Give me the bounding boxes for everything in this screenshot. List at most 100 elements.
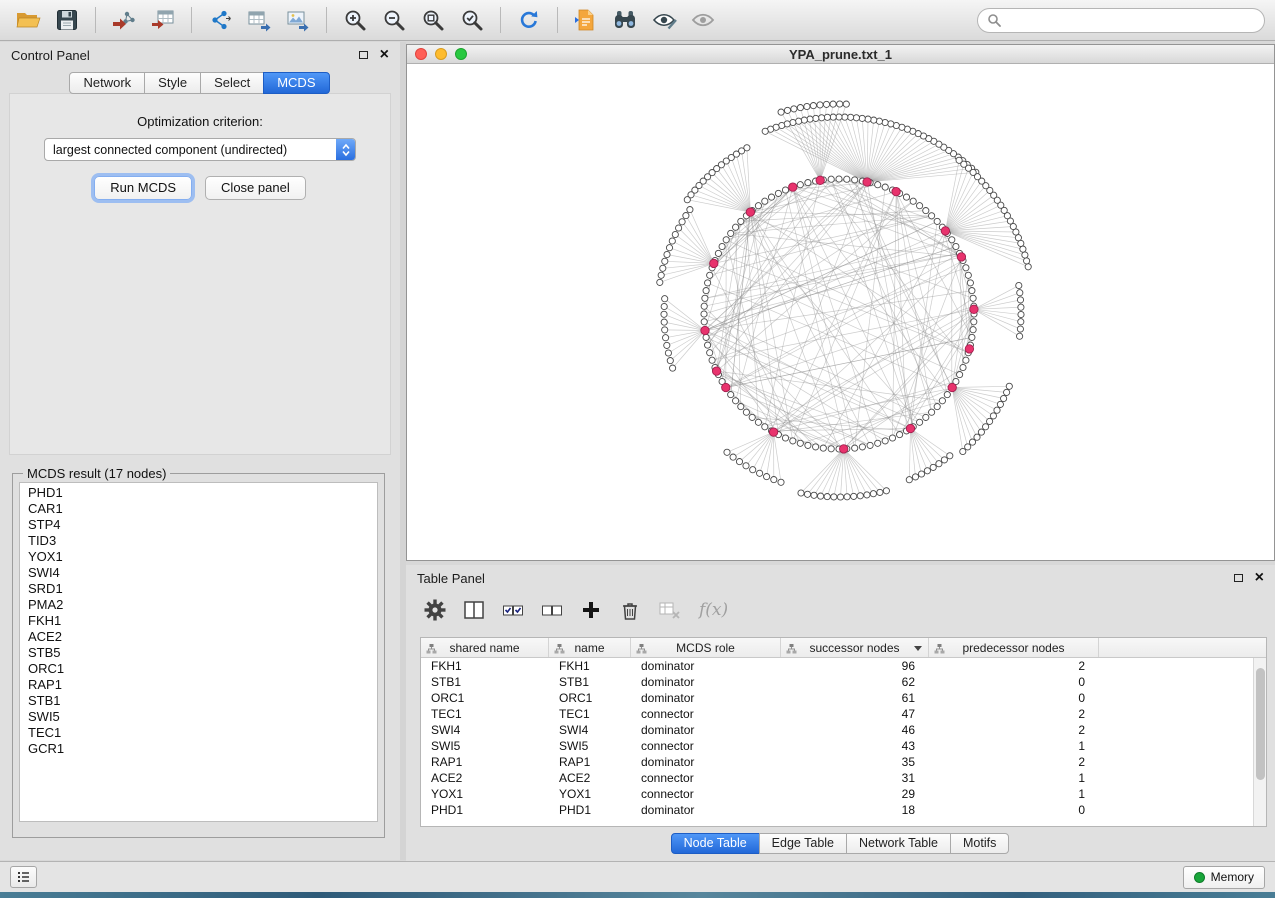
chevron-down-icon[interactable] <box>914 646 922 651</box>
network-node[interactable] <box>749 414 755 420</box>
leaf-node[interactable] <box>764 474 770 480</box>
dominator-node[interactable] <box>948 383 956 391</box>
export-table-button[interactable] <box>241 4 277 36</box>
leaf-node[interactable] <box>990 413 996 419</box>
leaf-node[interactable] <box>882 119 888 125</box>
network-node[interactable] <box>957 372 963 378</box>
run-mcds-button[interactable]: Run MCDS <box>94 176 192 200</box>
leaf-node[interactable] <box>658 272 664 278</box>
mcds-result-item[interactable]: CAR1 <box>20 501 377 517</box>
leaf-node[interactable] <box>662 258 668 264</box>
leaf-node[interactable] <box>664 251 670 257</box>
leaf-node[interactable] <box>941 457 947 463</box>
leaf-node[interactable] <box>824 494 830 500</box>
network-node[interactable] <box>963 357 969 363</box>
network-node[interactable] <box>723 237 729 243</box>
leaf-node[interactable] <box>796 118 802 124</box>
network-node[interactable] <box>917 419 923 425</box>
network-node[interactable] <box>875 440 881 446</box>
window-close-button[interactable] <box>415 48 427 60</box>
leaf-node[interactable] <box>930 464 936 470</box>
leaf-node[interactable] <box>661 303 667 309</box>
leaf-node[interactable] <box>1017 297 1023 303</box>
leaf-node[interactable] <box>906 477 912 483</box>
leaf-node[interactable] <box>687 207 693 213</box>
leaf-node[interactable] <box>790 119 796 125</box>
delete-table-button[interactable] <box>658 599 682 621</box>
leaf-node[interactable] <box>837 101 843 107</box>
network-node[interactable] <box>738 404 744 410</box>
apply-layout-button[interactable] <box>511 4 547 36</box>
network-node[interactable] <box>715 250 721 256</box>
leaf-node[interactable] <box>778 479 784 485</box>
leaf-node[interactable] <box>1022 252 1028 258</box>
network-node[interactable] <box>768 194 774 200</box>
network-node[interactable] <box>790 438 796 444</box>
leaf-node[interactable] <box>864 492 870 498</box>
table-panel-float-icon[interactable] <box>1234 574 1243 582</box>
network-node[interactable] <box>867 442 873 448</box>
leaf-node[interactable] <box>824 114 830 120</box>
leaf-node[interactable] <box>1018 304 1024 310</box>
table-row[interactable]: TEC1TEC1connector472 <box>421 706 1253 722</box>
mcds-result-item[interactable]: FKH1 <box>20 613 377 629</box>
mcds-result-item[interactable]: GCR1 <box>20 741 377 757</box>
table-row[interactable]: RAP1RAP1dominator352 <box>421 754 1253 770</box>
leaf-node[interactable] <box>865 116 871 122</box>
delete-column-button[interactable] <box>619 599 641 621</box>
network-node[interactable] <box>875 182 881 188</box>
leaf-node[interactable] <box>1006 383 1012 389</box>
dominator-node[interactable] <box>789 183 797 191</box>
network-node[interactable] <box>882 184 888 190</box>
scrollbar-thumb[interactable] <box>1256 668 1265 780</box>
dominator-node[interactable] <box>712 367 720 375</box>
leaf-node[interactable] <box>965 444 971 450</box>
network-canvas[interactable] <box>407 64 1274 560</box>
network-node[interactable] <box>939 398 945 404</box>
leaf-node[interactable] <box>819 115 825 121</box>
column-header-name[interactable]: name <box>549 638 631 657</box>
network-node[interactable] <box>805 180 811 186</box>
network-node[interactable] <box>953 243 959 249</box>
network-node[interactable] <box>965 272 971 278</box>
tab-network[interactable]: Network <box>69 72 145 94</box>
network-node[interactable] <box>755 419 761 425</box>
network-node[interactable] <box>805 442 811 448</box>
tab-edge-table[interactable]: Edge Table <box>759 833 847 854</box>
mcds-result-item[interactable]: TID3 <box>20 533 377 549</box>
leaf-node[interactable] <box>857 493 863 499</box>
leaf-node[interactable] <box>657 279 663 285</box>
leaf-node[interactable] <box>859 115 865 121</box>
network-node[interactable] <box>797 440 803 446</box>
dominator-node[interactable] <box>863 178 871 186</box>
dominator-node[interactable] <box>710 259 718 267</box>
network-graph[interactable] <box>407 64 1274 560</box>
network-node[interactable] <box>969 288 975 294</box>
leaf-node[interactable] <box>848 114 854 120</box>
leaf-node[interactable] <box>912 474 918 480</box>
open-session-button[interactable] <box>10 4 46 36</box>
leaf-node[interactable] <box>661 311 667 317</box>
leaf-node[interactable] <box>664 342 670 348</box>
leaf-node[interactable] <box>831 494 837 500</box>
function-builder-button[interactable]: f(x) <box>699 600 728 620</box>
network-node[interactable] <box>775 190 781 196</box>
leaf-node[interactable] <box>823 101 829 107</box>
leaf-node[interactable] <box>883 488 889 494</box>
control-panel-float-icon[interactable] <box>359 51 368 59</box>
network-node[interactable] <box>701 303 707 309</box>
network-node[interactable] <box>733 224 739 230</box>
leaf-node[interactable] <box>670 365 676 371</box>
dominator-node[interactable] <box>970 305 978 313</box>
leaf-node[interactable] <box>974 434 980 440</box>
leaf-node[interactable] <box>676 225 682 231</box>
network-node[interactable] <box>728 392 734 398</box>
network-node[interactable] <box>705 280 711 286</box>
zoom-out-button[interactable] <box>376 4 412 36</box>
leaf-node[interactable] <box>724 449 730 455</box>
control-panel-close-icon[interactable]: × <box>380 49 389 61</box>
mcds-result-item[interactable]: TEC1 <box>20 725 377 741</box>
dominator-node[interactable] <box>816 176 824 184</box>
network-node[interactable] <box>923 208 929 214</box>
leaf-node[interactable] <box>660 265 666 271</box>
